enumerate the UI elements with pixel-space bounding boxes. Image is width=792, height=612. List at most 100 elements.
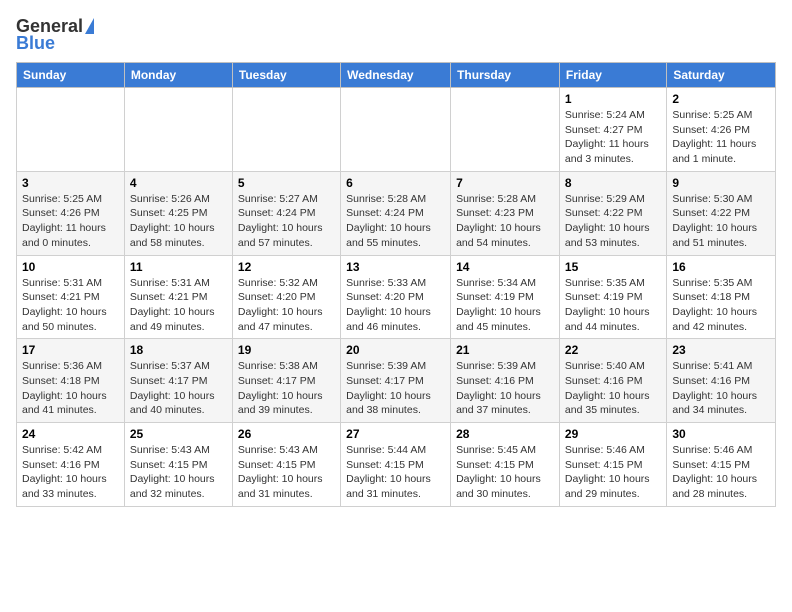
calendar-day-cell: 22Sunrise: 5:40 AMSunset: 4:16 PMDayligh… [559,339,666,423]
day-number: 19 [238,343,335,357]
calendar-day-cell: 29 Sunrise: 5:46 AMSunset: 4:15 PMDayligh… [559,423,666,507]
calendar-day-cell: 4 Sunrise: 5:26 AMSunset: 4:25 PMDaylight… [124,171,232,255]
calendar-day-cell: 1Sunrise: 5:24 AMSunset: 4:27 PMDaylight… [559,88,666,172]
day-number: 4 [130,176,227,190]
day-info: Sunrise: 5:24 AMSunset: 4:27 PMDaylight:… [565,108,661,167]
day-number: 15 [565,260,661,274]
day-info: Sunrise: 5:39 AMSunset: 4:17 PMDaylight:… [346,359,445,418]
calendar-day-cell: 8 Sunrise: 5:29 AMSunset: 4:22 PMDaylight… [559,171,666,255]
day-info: Sunrise: 5:33 AMSunset: 4:20 PMDaylight:… [346,276,445,335]
day-info: Sunrise: 5:28 AMSunset: 4:24 PMDaylight:… [346,192,445,251]
calendar-day-cell: 12 Sunrise: 5:32 AMSunset: 4:20 PMDayligh… [232,255,340,339]
calendar-day-cell: 6 Sunrise: 5:28 AMSunset: 4:24 PMDaylight… [341,171,451,255]
calendar-day-cell: 16Sunrise: 5:35 AMSunset: 4:18 PMDayligh… [667,255,776,339]
day-of-week-header: Tuesday [232,63,340,88]
day-info: Sunrise: 5:31 AMSunset: 4:21 PMDaylight:… [130,276,227,335]
day-of-week-header: Saturday [667,63,776,88]
page-header: General Blue [16,16,776,54]
calendar-day-cell: 2Sunrise: 5:25 AMSunset: 4:26 PMDaylight… [667,88,776,172]
calendar-header: SundayMondayTuesdayWednesdayThursdayFrid… [17,63,776,88]
day-info: Sunrise: 5:29 AMSunset: 4:22 PMDaylight:… [565,192,661,251]
calendar-day-cell: 11 Sunrise: 5:31 AMSunset: 4:21 PMDayligh… [124,255,232,339]
calendar-day-cell: 28 Sunrise: 5:45 AMSunset: 4:15 PMDayligh… [451,423,560,507]
day-of-week-header: Sunday [17,63,125,88]
calendar-day-cell: 15 Sunrise: 5:35 AMSunset: 4:19 PMDayligh… [559,255,666,339]
calendar-day-cell [17,88,125,172]
day-info: Sunrise: 5:42 AMSunset: 4:16 PMDaylight:… [22,443,119,502]
day-number: 20 [346,343,445,357]
calendar-day-cell: 18 Sunrise: 5:37 AMSunset: 4:17 PMDayligh… [124,339,232,423]
day-info: Sunrise: 5:27 AMSunset: 4:24 PMDaylight:… [238,192,335,251]
day-info: Sunrise: 5:35 AMSunset: 4:19 PMDaylight:… [565,276,661,335]
day-info: Sunrise: 5:28 AMSunset: 4:23 PMDaylight:… [456,192,554,251]
logo-triangle-icon [85,18,94,34]
day-of-week-header: Monday [124,63,232,88]
calendar-day-cell [341,88,451,172]
day-number: 25 [130,427,227,441]
day-info: Sunrise: 5:46 AMSunset: 4:15 PMDaylight:… [565,443,661,502]
day-number: 11 [130,260,227,274]
calendar-day-cell: 21 Sunrise: 5:39 AMSunset: 4:16 PMDayligh… [451,339,560,423]
day-info: Sunrise: 5:43 AMSunset: 4:15 PMDaylight:… [130,443,227,502]
day-number: 18 [130,343,227,357]
day-info: Sunrise: 5:44 AMSunset: 4:15 PMDaylight:… [346,443,445,502]
calendar-day-cell: 9 Sunrise: 5:30 AMSunset: 4:22 PMDaylight… [667,171,776,255]
day-number: 29 [565,427,661,441]
day-number: 27 [346,427,445,441]
day-number: 26 [238,427,335,441]
day-number: 30 [672,427,770,441]
day-of-week-header: Friday [559,63,666,88]
day-info: Sunrise: 5:30 AMSunset: 4:22 PMDaylight:… [672,192,770,251]
day-number: 7 [456,176,554,190]
header-row: SundayMondayTuesdayWednesdayThursdayFrid… [17,63,776,88]
calendar-day-cell [451,88,560,172]
day-number: 22 [565,343,661,357]
day-number: 8 [565,176,661,190]
logo-blue-text: Blue [16,33,55,54]
day-number: 23 [672,343,770,357]
day-number: 9 [672,176,770,190]
calendar-day-cell: 3Sunrise: 5:25 AMSunset: 4:26 PMDaylight… [17,171,125,255]
calendar-day-cell: 5 Sunrise: 5:27 AMSunset: 4:24 PMDaylight… [232,171,340,255]
day-number: 28 [456,427,554,441]
day-info: Sunrise: 5:34 AMSunset: 4:19 PMDaylight:… [456,276,554,335]
day-number: 17 [22,343,119,357]
day-number: 13 [346,260,445,274]
calendar-day-cell: 10 Sunrise: 5:31 AMSunset: 4:21 PMDayligh… [17,255,125,339]
day-of-week-header: Thursday [451,63,560,88]
day-number: 3 [22,176,119,190]
day-info: Sunrise: 5:37 AMSunset: 4:17 PMDaylight:… [130,359,227,418]
calendar-day-cell: 30 Sunrise: 5:46 AMSunset: 4:15 PMDayligh… [667,423,776,507]
day-number: 2 [672,92,770,106]
calendar-week-row: 3Sunrise: 5:25 AMSunset: 4:26 PMDaylight… [17,171,776,255]
calendar-table: SundayMondayTuesdayWednesdayThursdayFrid… [16,62,776,507]
day-info: Sunrise: 5:45 AMSunset: 4:15 PMDaylight:… [456,443,554,502]
calendar-day-cell: 23 Sunrise: 5:41 AMSunset: 4:16 PMDayligh… [667,339,776,423]
day-number: 5 [238,176,335,190]
day-number: 12 [238,260,335,274]
logo: General Blue [16,16,94,54]
day-info: Sunrise: 5:32 AMSunset: 4:20 PMDaylight:… [238,276,335,335]
calendar-body: 1Sunrise: 5:24 AMSunset: 4:27 PMDaylight… [17,88,776,507]
calendar-day-cell: 26 Sunrise: 5:43 AMSunset: 4:15 PMDayligh… [232,423,340,507]
calendar-day-cell: 19Sunrise: 5:38 AMSunset: 4:17 PMDayligh… [232,339,340,423]
day-info: Sunrise: 5:26 AMSunset: 4:25 PMDaylight:… [130,192,227,251]
calendar-day-cell: 20 Sunrise: 5:39 AMSunset: 4:17 PMDayligh… [341,339,451,423]
day-info: Sunrise: 5:31 AMSunset: 4:21 PMDaylight:… [22,276,119,335]
calendar-day-cell [232,88,340,172]
day-number: 6 [346,176,445,190]
day-info: Sunrise: 5:35 AMSunset: 4:18 PMDaylight:… [672,276,770,335]
day-of-week-header: Wednesday [341,63,451,88]
day-number: 21 [456,343,554,357]
calendar-day-cell: 25 Sunrise: 5:43 AMSunset: 4:15 PMDayligh… [124,423,232,507]
day-info: Sunrise: 5:46 AMSunset: 4:15 PMDaylight:… [672,443,770,502]
day-info: Sunrise: 5:43 AMSunset: 4:15 PMDaylight:… [238,443,335,502]
day-info: Sunrise: 5:41 AMSunset: 4:16 PMDaylight:… [672,359,770,418]
calendar-day-cell: 24Sunrise: 5:42 AMSunset: 4:16 PMDayligh… [17,423,125,507]
calendar-week-row: 24Sunrise: 5:42 AMSunset: 4:16 PMDayligh… [17,423,776,507]
calendar-day-cell: 13 Sunrise: 5:33 AMSunset: 4:20 PMDayligh… [341,255,451,339]
day-number: 14 [456,260,554,274]
day-number: 10 [22,260,119,274]
day-info: Sunrise: 5:39 AMSunset: 4:16 PMDaylight:… [456,359,554,418]
calendar-week-row: 10 Sunrise: 5:31 AMSunset: 4:21 PMDayligh… [17,255,776,339]
